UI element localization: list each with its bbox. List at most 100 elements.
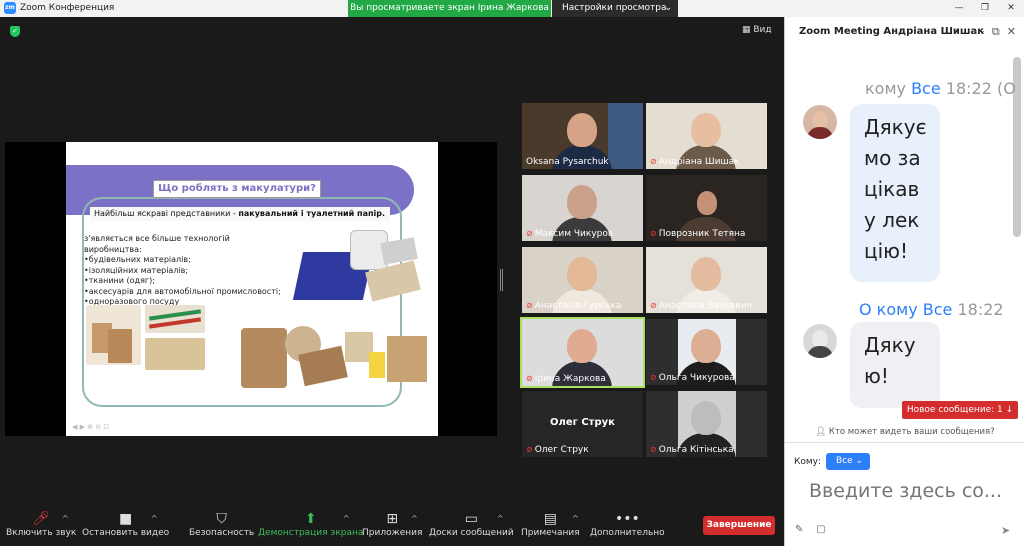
slide-subtitle: Найбільш яскраві представники - пакуваль… — [90, 207, 390, 221]
chevron-down-icon: ⌄ — [855, 456, 864, 466]
message-line: Дяку — [864, 333, 916, 357]
attach-file-icon[interactable]: ▢ — [816, 524, 825, 535]
participant-name: Анастасія Гурська — [534, 301, 622, 311]
recipient-dropdown[interactable]: Все ⌄ — [826, 453, 870, 470]
window-title: Zoom Конференция — [20, 3, 115, 13]
more-label: Дополнительно — [590, 528, 665, 538]
message-time: 18:22 — [952, 300, 1004, 319]
new-message-button[interactable]: Новое сообщение: 1 ↓ — [902, 401, 1018, 419]
apps-options-chevron-icon[interactable]: ^ — [411, 514, 418, 523]
notes-button[interactable]: ▤ Примечания — [521, 510, 580, 538]
muted-mic-icon: ⊘ — [650, 301, 657, 310]
apps-label: Приложения — [362, 528, 423, 538]
participant-name: Поврозник Тетяна — [658, 229, 746, 239]
meeting-area: ✓ ▦ Вид Що роблять з макулатури? Найбіль… — [0, 17, 784, 546]
participant-name: Ольга Чикурова — [658, 373, 735, 383]
muted-mic-icon: ⊘ — [650, 373, 657, 382]
encryption-shield-icon[interactable]: ✓ — [10, 26, 20, 37]
close-chat-icon[interactable]: ✕ — [1007, 25, 1016, 38]
message-line: цікав — [864, 177, 920, 201]
chat-input-tools: ✎ ▢ — [795, 524, 826, 535]
share-screen-label: Демонстрация экрана — [258, 528, 364, 538]
participant-name: Максим Чикуров — [534, 229, 614, 239]
more-button[interactable]: ••• Дополнительно — [590, 510, 665, 538]
close-window-icon[interactable]: ✕ — [1000, 2, 1022, 14]
message-meta: О кому Все 18:22 — [859, 300, 1004, 319]
slide-list: з'являється все більше технологій виробн… — [84, 234, 284, 308]
meeting-toolbar: 🎤︎ Включить звук ^ ■ Остановить видео ^ … — [0, 506, 784, 546]
envelope-image — [145, 338, 205, 370]
shared-screen: Що роблять з макулатури? Найбільш яскрав… — [5, 142, 497, 436]
muted-mic-icon: ⊘ — [650, 157, 657, 166]
view-settings-label: Настройки просмотра — [562, 3, 667, 13]
message-line: цію! — [864, 239, 909, 263]
message-to-prefix: кому — [865, 79, 912, 98]
security-label: Безопасность — [189, 528, 255, 538]
muted-mic-icon: ⊘ — [650, 229, 657, 238]
presentation-slide: Що роблять з макулатури? Найбільш яскрав… — [66, 142, 438, 436]
chat-panel: Zoom Meeting Андріана Шишак ⋯ ⧉ ✕ кому В… — [784, 17, 1024, 546]
restore-icon[interactable]: ❐ — [974, 2, 996, 14]
chat-title: Zoom Meeting Андріана Шишак — [799, 26, 985, 37]
avatar[interactable] — [803, 105, 837, 139]
video-tile[interactable]: ⊘ Андріана Шишак — [646, 103, 767, 169]
video-tile[interactable]: ⊘ Ольга Чикурова — [646, 319, 767, 385]
message-meta: кому Все 18:22 (О — [865, 79, 1016, 98]
chat-message-input[interactable] — [809, 480, 1009, 502]
muted-mic-icon: ⊘ — [526, 374, 533, 383]
video-tile[interactable]: ⊘ Ольга Кітінська — [646, 391, 767, 457]
end-meeting-button[interactable]: Завершение — [703, 516, 775, 535]
muted-mic-icon: ⊘ — [526, 445, 533, 454]
message-recipient: Все — [922, 300, 953, 319]
ellipsis-icon: ••• — [614, 511, 640, 527]
zoom-logo-icon: zm — [4, 2, 16, 14]
recipient-label: Кому: — [794, 457, 822, 467]
notes-icon: ▤ — [543, 511, 557, 527]
slide-list-item: •аксесуарів для автомобільної промислово… — [84, 286, 281, 296]
view-button-label: Вид — [753, 25, 772, 35]
paper-bags-image — [86, 305, 141, 365]
notes-label: Примечания — [521, 528, 580, 538]
chevron-down-icon: ⌄ — [664, 3, 672, 13]
chat-divider — [785, 442, 1024, 443]
view-button[interactable]: ▦ Вид — [742, 25, 772, 35]
slide-list-item: •будівельних матеріалів; — [84, 255, 191, 264]
avatar[interactable] — [803, 324, 837, 358]
participant-name: Ольга Кітінська — [658, 445, 734, 455]
slide-controls-icon[interactable]: ◀ ▶ ⊕ ⊖ ⊡ — [72, 423, 109, 431]
slide-subtitle-prefix: Найбільш яскраві представники - — [94, 209, 239, 218]
message-recipient: Все — [911, 79, 941, 98]
popout-icon[interactable]: ⧉ — [992, 25, 1000, 38]
muted-mic-icon: ⊘ — [650, 445, 657, 454]
view-settings-button[interactable]: Настройки просмотра ⌄ — [552, 0, 678, 17]
format-text-icon[interactable]: ✎ — [795, 524, 803, 535]
shield-icon: ⛉ — [216, 511, 227, 527]
chat-more-icon[interactable]: ⋯ — [974, 25, 985, 38]
who-can-see-link[interactable]: 👤︎ Кто может видеть ваши сообщения? — [785, 427, 1024, 437]
audio-options-chevron-icon[interactable]: ^ — [62, 514, 69, 523]
slide-list-item: з'являється все більше технологій виробн… — [84, 234, 230, 254]
slide-title: Що роблять з макулатури? — [153, 180, 321, 198]
whiteboards-options-chevron-icon[interactable]: ^ — [497, 514, 504, 523]
video-options-chevron-icon[interactable]: ^ — [151, 514, 158, 523]
video-tile[interactable]: Oksana Pysarchuk — [522, 103, 643, 169]
video-tile[interactable]: ⊘ Поврозник Тетяна — [646, 175, 767, 241]
stop-video-label: Остановить видео — [82, 528, 170, 538]
video-tile-active-speaker[interactable]: ⊘ Ірина Жаркова — [520, 317, 645, 388]
video-tile[interactable]: ⊘ Анастасія Гурська — [522, 247, 643, 313]
resize-handle[interactable] — [500, 269, 503, 291]
video-tile[interactable]: ⊘ Анастасія Зачкевич — [646, 247, 767, 313]
participant-name: Андріана Шишак — [658, 157, 740, 167]
cardboard-products-image — [241, 322, 433, 392]
chat-header-tools: ⋯ ⧉ ✕ — [974, 25, 1016, 39]
send-icon[interactable]: ➤ — [1001, 524, 1010, 537]
video-tile[interactable]: ⊘ Максим Чикуров — [522, 175, 643, 241]
slide-list-item: •тканини (одяг); — [84, 276, 155, 285]
video-tile[interactable]: Олег Струк ⊘ Олег Струк — [522, 391, 643, 457]
message-time: 18:22 (О — [940, 79, 1016, 98]
notes-options-chevron-icon[interactable]: ^ — [572, 514, 579, 523]
minimize-icon[interactable]: — — [948, 2, 970, 14]
share-options-chevron-icon[interactable]: ^ — [343, 514, 350, 523]
security-button[interactable]: ⛉ Безопасность — [189, 510, 254, 538]
unmute-label: Включить звук — [6, 528, 77, 538]
